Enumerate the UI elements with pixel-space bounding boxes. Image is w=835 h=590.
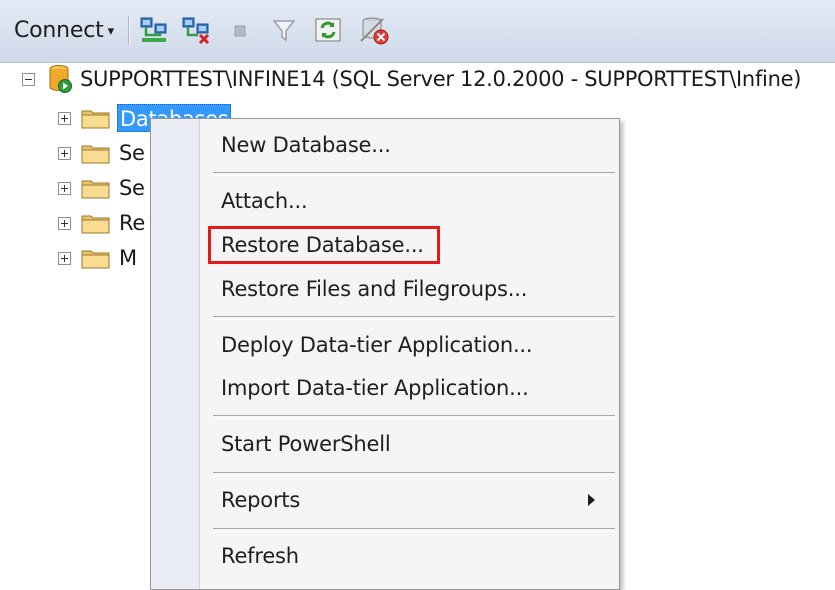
expand-icon[interactable] (58, 146, 71, 160)
folder-icon (81, 110, 110, 129)
menu-item-label: Restore Files and Filegroups... (221, 277, 528, 301)
submenu-arrow-icon (588, 494, 595, 506)
expand-icon[interactable] (58, 251, 71, 265)
connect-object-explorer-icon[interactable] (138, 14, 170, 46)
menu-icon-gutter (151, 119, 200, 589)
tree-node-folder[interactable]: Re (58, 207, 147, 239)
expand-icon[interactable] (58, 111, 71, 125)
context-menu: New Database... Attach... Restore Databa… (150, 118, 620, 590)
menu-item-refresh[interactable]: Refresh (201, 536, 615, 576)
menu-item-label: Deploy Data-tier Application... (221, 333, 533, 357)
menu-separator (213, 172, 615, 176)
server-node-label: SUPPORTTEST\INFINE14 (SQL Server 12.0.20… (80, 67, 802, 91)
folder-icon (81, 250, 110, 269)
collapse-icon[interactable] (22, 72, 35, 86)
folder-label: Se (119, 141, 145, 165)
folder-icon (81, 145, 110, 164)
menu-item-reports[interactable]: Reports (201, 480, 615, 520)
folder-label: M (119, 246, 137, 270)
menu-separator (213, 472, 615, 476)
menu-item-label: Reports (221, 488, 301, 512)
menu-item-restore-files-filegroups[interactable]: Restore Files and Filegroups... (201, 269, 615, 309)
tree-node-server[interactable]: SUPPORTTEST\INFINE14 (SQL Server 12.0.20… (22, 63, 801, 95)
menu-item-label: Start PowerShell (221, 432, 391, 456)
object-explorer-toolbar: Connect ▾ (0, 0, 835, 63)
menu-item-import-data-tier[interactable]: Import Data-tier Application... (201, 368, 615, 408)
tree-node-folder[interactable]: Se (58, 137, 147, 169)
connect-label: Connect (14, 17, 104, 43)
menu-item-label: Import Data-tier Application... (221, 376, 529, 400)
menu-item-attach[interactable]: Attach... (201, 181, 615, 221)
chevron-down-icon: ▾ (107, 23, 115, 39)
tree-node-folder[interactable]: M (58, 242, 139, 274)
restore-database-highlight (208, 226, 440, 264)
expand-icon[interactable] (58, 216, 71, 230)
stop-icon[interactable] (224, 14, 256, 46)
filter-icon[interactable] (268, 14, 300, 46)
menu-separator (213, 415, 615, 419)
toolbar-separator (128, 16, 129, 44)
menu-item-label: New Database... (221, 133, 391, 157)
menu-item-label: Refresh (221, 544, 299, 568)
tree-node-folder[interactable]: Se (58, 172, 147, 204)
disconnect-all-icon[interactable] (358, 14, 390, 46)
database-server-icon (49, 65, 72, 93)
menu-item-label: Attach... (221, 189, 308, 213)
menu-separator (213, 316, 615, 320)
menu-item-deploy-data-tier[interactable]: Deploy Data-tier Application... (201, 325, 615, 365)
expand-icon[interactable] (58, 181, 71, 195)
folder-icon (81, 180, 110, 199)
refresh-icon[interactable] (312, 14, 344, 46)
disconnect-icon[interactable] (180, 14, 212, 46)
menu-item-start-powershell[interactable]: Start PowerShell (201, 424, 615, 464)
folder-label: Re (119, 211, 145, 235)
menu-separator (213, 528, 615, 532)
folder-icon (81, 215, 110, 234)
folder-label: Se (119, 176, 145, 200)
menu-item-new-database[interactable]: New Database... (201, 125, 615, 165)
connect-dropdown-button[interactable]: Connect ▾ (14, 14, 114, 46)
